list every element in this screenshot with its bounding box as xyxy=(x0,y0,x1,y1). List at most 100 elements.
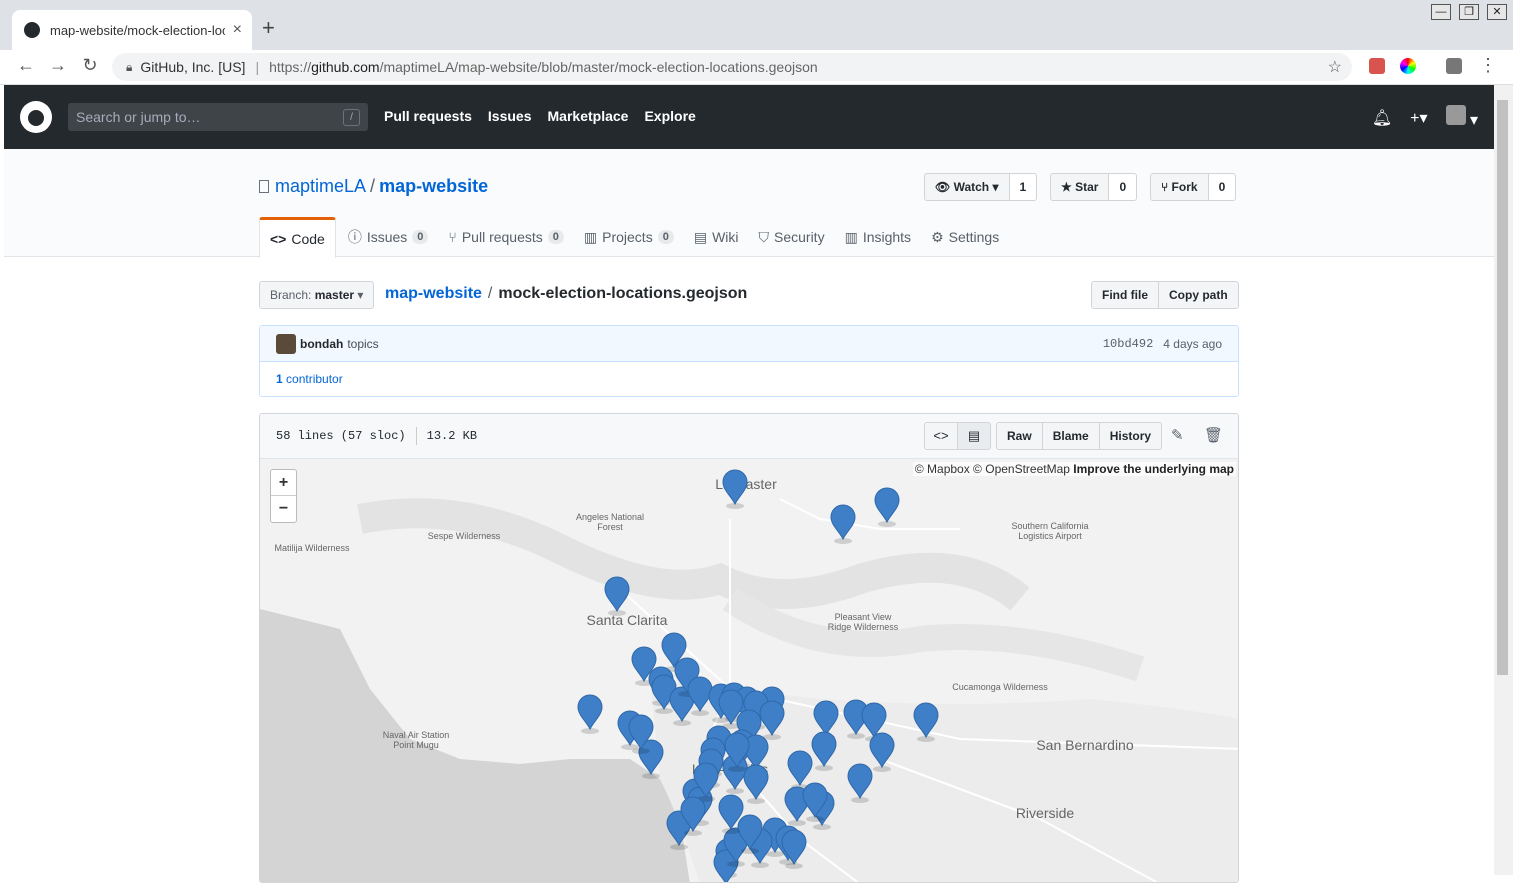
maximize-button[interactable]: ❐ xyxy=(1459,4,1479,20)
map-place-label: Matilija Wilderness xyxy=(274,543,350,553)
watch-group: 👁︎ Watch ▾ 1 xyxy=(924,173,1038,201)
new-tab-button[interactable]: + xyxy=(262,16,275,40)
pull-request-icon: ⑂ xyxy=(448,229,457,245)
branch-selector[interactable]: Branch: master ▾ xyxy=(259,281,375,309)
map-attribution: © Mapbox © OpenStreetMap Improve the und… xyxy=(912,462,1236,476)
forward-arrow-icon[interactable]: → xyxy=(46,55,70,76)
address-bar[interactable]: 🔒︎ GitHub, Inc. [US] | https://github.co… xyxy=(112,53,1352,81)
browser-tabstrip: map-website/mock-election-locations.geoj… xyxy=(0,0,1513,50)
trash-icon[interactable]: 🗑︎ xyxy=(1204,426,1223,444)
highway-road xyxy=(779,498,960,530)
tab-insights[interactable]: ▥ Insights xyxy=(837,217,919,257)
close-window-button[interactable]: ✕ xyxy=(1487,4,1507,20)
reload-icon[interactable]: ↻ xyxy=(78,55,102,76)
back-arrow-icon[interactable]: ← xyxy=(14,55,38,76)
browser-tab[interactable]: map-website/mock-election-locations.geoj… xyxy=(12,10,252,50)
commit-message[interactable]: topics xyxy=(347,337,378,351)
latest-commit-box: bondah topics 10bd492 4 days ago 1 contr… xyxy=(259,325,1239,397)
map-marker-icon[interactable] xyxy=(874,487,900,527)
fork-count[interactable]: 0 xyxy=(1208,173,1237,201)
file-size: 13.2 KB xyxy=(426,429,478,443)
create-new-plus-icon[interactable]: +▾ xyxy=(1410,108,1427,128)
file-info-divider xyxy=(415,427,417,445)
minimize-button[interactable]: — xyxy=(1431,4,1451,20)
zoom-out-button[interactable]: − xyxy=(271,496,296,522)
map-marker-icon[interactable] xyxy=(722,469,748,509)
history-button[interactable]: History xyxy=(1098,422,1163,450)
watch-count[interactable]: 1 xyxy=(1009,173,1038,201)
map-canvas[interactable]: LancasterAngeles NationalForestSespe Wil… xyxy=(260,459,1239,883)
map-marker-icon[interactable] xyxy=(577,694,603,734)
source-view-icon[interactable]: <> xyxy=(924,422,958,450)
nav-marketplace[interactable]: Marketplace xyxy=(548,108,629,124)
watch-button[interactable]: 👁︎ Watch ▾ xyxy=(924,173,1010,201)
rendered-view-icon[interactable]: ▤ xyxy=(957,422,991,450)
tab-close-icon[interactable]: × xyxy=(233,21,242,39)
repo-name-link[interactable]: map-website xyxy=(379,176,488,196)
tab-pull-requests[interactable]: ⑂ Pull requests 0 xyxy=(440,217,571,257)
copy-path-button[interactable]: Copy path xyxy=(1158,281,1239,309)
map-place-label: Ridge Wilderness xyxy=(828,622,899,632)
repo-owner-link[interactable]: maptimeLA xyxy=(275,176,366,196)
browser-toolbar: ← → ↻ 🔒︎ GitHub, Inc. [US] | https://git… xyxy=(0,50,1513,85)
github-header: Search or jump to… / Pull requests Issue… xyxy=(4,85,1494,149)
contributors-count: 1 xyxy=(276,372,283,386)
improve-map-link[interactable]: Improve the underlying map xyxy=(1073,462,1234,476)
nav-issues[interactable]: Issues xyxy=(488,108,532,124)
bookmark-star-icon[interactable]: ☆ xyxy=(1328,57,1342,77)
shield-icon: ⛉ xyxy=(758,228,770,245)
chevron-down-icon: ▾ xyxy=(357,288,364,302)
tab-label: Code xyxy=(291,231,325,247)
fork-label: Fork xyxy=(1171,180,1198,194)
tab-projects[interactable]: ▥ Projects 0 xyxy=(576,217,682,257)
browser-menu-icon[interactable]: ⋮ xyxy=(1476,55,1500,76)
blame-button[interactable]: Blame xyxy=(1041,422,1100,450)
map-place-label: Point Mugu xyxy=(393,740,439,750)
find-file-button[interactable]: Find file xyxy=(1091,281,1159,309)
breadcrumb-repo-link[interactable]: map-website xyxy=(385,285,482,302)
nav-explore[interactable]: Explore xyxy=(644,108,695,124)
tab-title: map-website/mock-election-locations.geoj… xyxy=(50,22,225,38)
map-marker-icon[interactable] xyxy=(604,576,630,616)
page-scrollbar-thumb[interactable] xyxy=(1497,100,1508,675)
attribution-text[interactable]: © Mapbox © OpenStreetMap xyxy=(915,462,1070,476)
author-avatar[interactable] xyxy=(276,333,296,354)
star-label: Star xyxy=(1075,180,1099,194)
star-button[interactable]: ★ Star xyxy=(1050,173,1110,201)
github-main-nav: Pull requests Issues Marketplace Explore xyxy=(384,108,696,124)
extension-icon[interactable] xyxy=(1369,58,1385,74)
pencil-icon[interactable]: ✎ xyxy=(1171,426,1184,444)
raw-button[interactable]: Raw xyxy=(996,422,1043,450)
tab-settings[interactable]: ⚙ Settings xyxy=(923,217,1007,257)
issues-icon: ⓘ xyxy=(347,229,362,245)
tab-code[interactable]: <> Code xyxy=(259,217,336,258)
tab-wiki[interactable]: ▤ Wiki xyxy=(686,217,747,257)
zoom-in-button[interactable]: + xyxy=(271,470,296,496)
color-extension-icon[interactable] xyxy=(1400,58,1416,74)
tab-security[interactable]: ⛉ Security xyxy=(751,217,833,257)
commit-summary: bondah topics 10bd492 4 days ago xyxy=(260,326,1238,362)
nav-pull-requests[interactable]: Pull requests xyxy=(384,108,472,124)
repo-title: maptimeLA / map-website xyxy=(259,176,488,197)
notifications-bell-icon[interactable]: 🔔︎ xyxy=(1372,108,1392,128)
tab-issues[interactable]: ⓘ Issues 0 xyxy=(340,217,437,257)
search-input[interactable]: Search or jump to… / xyxy=(68,103,368,131)
file-header: 58 lines (57 sloc) 13.2 KB <> ▤ Raw Blam… xyxy=(260,414,1238,459)
cert-label: GitHub, Inc. [US] xyxy=(140,59,246,75)
user-menu[interactable]: ▾ xyxy=(1445,105,1478,130)
map-view[interactable]: LancasterAngeles NationalForestSespe Wil… xyxy=(260,459,1239,883)
star-count[interactable]: 0 xyxy=(1109,173,1138,201)
commit-sha[interactable]: 10bd492 xyxy=(1103,337,1153,351)
commit-meta: 10bd492 4 days ago xyxy=(1103,337,1222,351)
fork-button[interactable]: ⑂ Fork xyxy=(1150,173,1209,201)
file-viewer: 58 lines (57 sloc) 13.2 KB <> ▤ Raw Blam… xyxy=(259,413,1239,883)
commit-time: 4 days ago xyxy=(1163,336,1222,351)
commit-author[interactable]: bondah xyxy=(300,337,343,351)
tab-counter: 0 xyxy=(657,230,674,244)
map-place-label: Naval Air Station xyxy=(383,730,450,740)
map-marker-icon[interactable] xyxy=(830,504,856,544)
contributors-link[interactable]: 1 contributor xyxy=(260,362,1238,396)
map-place-label: Angeles National xyxy=(576,512,644,522)
profile-avatar-icon[interactable] xyxy=(1446,58,1462,74)
github-logo-icon[interactable] xyxy=(20,101,52,133)
